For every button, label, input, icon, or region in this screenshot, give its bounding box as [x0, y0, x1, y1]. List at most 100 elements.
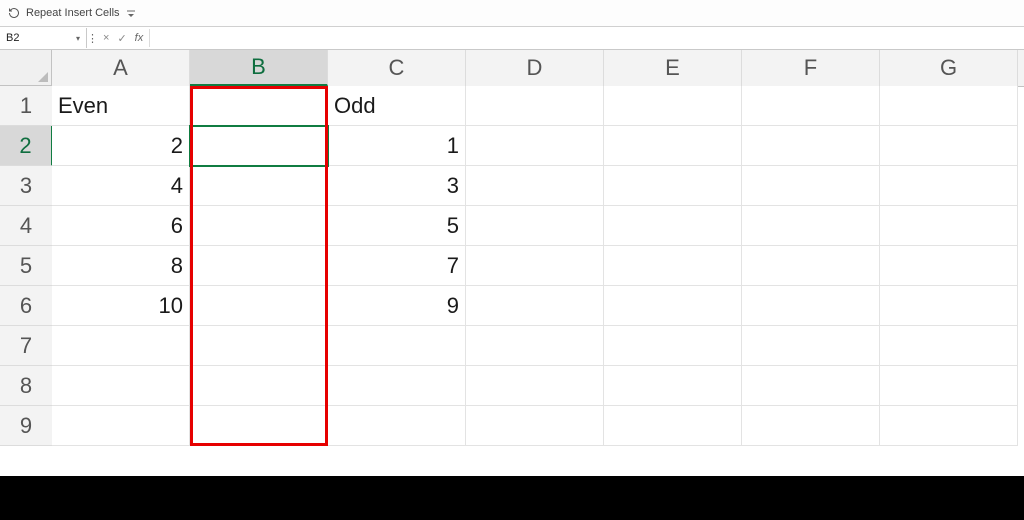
- cell-D1[interactable]: [466, 86, 604, 126]
- cell-E5[interactable]: [604, 246, 742, 286]
- cell-F2[interactable]: [742, 126, 880, 166]
- cell-A9[interactable]: [52, 406, 190, 446]
- cell-B7[interactable]: [190, 326, 328, 366]
- cell-E7[interactable]: [604, 326, 742, 366]
- column-header-F[interactable]: F: [742, 50, 880, 86]
- row: 65: [52, 206, 1024, 246]
- cell-B2[interactable]: [190, 126, 328, 166]
- cell-G4[interactable]: [880, 206, 1018, 246]
- undo-icon[interactable]: [8, 7, 20, 19]
- formula-input[interactable]: [150, 28, 1024, 48]
- cell-C5[interactable]: 7: [328, 246, 466, 286]
- cell-C7[interactable]: [328, 326, 466, 366]
- cell-C1[interactable]: Odd: [328, 86, 466, 126]
- cell-E3[interactable]: [604, 166, 742, 206]
- row-header-9[interactable]: 9: [0, 406, 52, 446]
- cell-C4[interactable]: 5: [328, 206, 466, 246]
- row-header-3[interactable]: 3: [0, 166, 52, 206]
- cell-E1[interactable]: [604, 86, 742, 126]
- row-header-8[interactable]: 8: [0, 366, 52, 406]
- cell-F4[interactable]: [742, 206, 880, 246]
- select-all-corner[interactable]: [0, 50, 52, 86]
- cell-B1[interactable]: [190, 86, 328, 126]
- cancel-icon[interactable]: ×: [103, 32, 109, 44]
- cell-B8[interactable]: [190, 366, 328, 406]
- cell-A2[interactable]: 2: [52, 126, 190, 166]
- formula-bar-options-icon[interactable]: ⋮: [87, 32, 97, 45]
- cell-C6[interactable]: 9: [328, 286, 466, 326]
- cell-G2[interactable]: [880, 126, 1018, 166]
- cell-G9[interactable]: [880, 406, 1018, 446]
- cell-F1[interactable]: [742, 86, 880, 126]
- cell-B6[interactable]: [190, 286, 328, 326]
- cell-B4[interactable]: [190, 206, 328, 246]
- cell-E2[interactable]: [604, 126, 742, 166]
- cell-A3[interactable]: 4: [52, 166, 190, 206]
- cell-F6[interactable]: [742, 286, 880, 326]
- row: Even Odd: [52, 86, 1024, 126]
- column-headers: ABCDEFG: [52, 50, 1024, 87]
- cell-E4[interactable]: [604, 206, 742, 246]
- cell-F5[interactable]: [742, 246, 880, 286]
- cell-G7[interactable]: [880, 326, 1018, 366]
- confirm-icon[interactable]: ✓: [117, 32, 126, 45]
- row-header-5[interactable]: 5: [0, 246, 52, 286]
- row-header-7[interactable]: 7: [0, 326, 52, 366]
- cell-F8[interactable]: [742, 366, 880, 406]
- cell-D5[interactable]: [466, 246, 604, 286]
- cell-B9[interactable]: [190, 406, 328, 446]
- cell-E6[interactable]: [604, 286, 742, 326]
- cell-A4[interactable]: 6: [52, 206, 190, 246]
- cell-C9[interactable]: [328, 406, 466, 446]
- bottom-black-bar: [0, 476, 1024, 520]
- row-headers: 123456789: [0, 86, 53, 446]
- row: 87: [52, 246, 1024, 286]
- qat-dropdown-icon[interactable]: [126, 8, 136, 18]
- fx-icon[interactable]: fx: [135, 32, 144, 44]
- cell-G1[interactable]: [880, 86, 1018, 126]
- column-header-G[interactable]: G: [880, 50, 1018, 86]
- cell-G6[interactable]: [880, 286, 1018, 326]
- cell-E9[interactable]: [604, 406, 742, 446]
- row-header-4[interactable]: 4: [0, 206, 52, 246]
- column-header-C[interactable]: C: [328, 50, 466, 86]
- column-header-D[interactable]: D: [466, 50, 604, 86]
- cell-C3[interactable]: 3: [328, 166, 466, 206]
- cell-G3[interactable]: [880, 166, 1018, 206]
- cell-A1[interactable]: Even: [52, 86, 190, 126]
- cell-F9[interactable]: [742, 406, 880, 446]
- cell-D4[interactable]: [466, 206, 604, 246]
- column-header-B[interactable]: B: [190, 50, 328, 86]
- cell-C2[interactable]: 1: [328, 126, 466, 166]
- row-header-6[interactable]: 6: [0, 286, 52, 326]
- cell-A8[interactable]: [52, 366, 190, 406]
- cell-E8[interactable]: [604, 366, 742, 406]
- row: 10 9: [52, 286, 1024, 326]
- cell-D6[interactable]: [466, 286, 604, 326]
- cell-A5[interactable]: 8: [52, 246, 190, 286]
- cell-C8[interactable]: [328, 366, 466, 406]
- cell-A7[interactable]: [52, 326, 190, 366]
- column-header-A[interactable]: A: [52, 50, 190, 86]
- row-header-2[interactable]: 2: [0, 126, 53, 166]
- cell-D7[interactable]: [466, 326, 604, 366]
- quick-access-toolbar: Repeat Insert Cells: [0, 0, 1024, 27]
- column-header-E[interactable]: E: [604, 50, 742, 86]
- cell-D9[interactable]: [466, 406, 604, 446]
- cell-D8[interactable]: [466, 366, 604, 406]
- cell-B3[interactable]: [190, 166, 328, 206]
- name-box[interactable]: B2 ▾: [0, 28, 87, 48]
- cell-D3[interactable]: [466, 166, 604, 206]
- row: 21: [52, 126, 1024, 166]
- cell-F3[interactable]: [742, 166, 880, 206]
- cell-F7[interactable]: [742, 326, 880, 366]
- cell-B5[interactable]: [190, 246, 328, 286]
- cells-area: EvenOdd21436587109: [52, 86, 1024, 476]
- row-header-1[interactable]: 1: [0, 86, 52, 126]
- name-box-dropdown-icon[interactable]: ▾: [76, 34, 80, 43]
- undo-label[interactable]: Repeat Insert Cells: [26, 7, 120, 19]
- cell-G8[interactable]: [880, 366, 1018, 406]
- cell-A6[interactable]: 10: [52, 286, 190, 326]
- cell-D2[interactable]: [466, 126, 604, 166]
- cell-G5[interactable]: [880, 246, 1018, 286]
